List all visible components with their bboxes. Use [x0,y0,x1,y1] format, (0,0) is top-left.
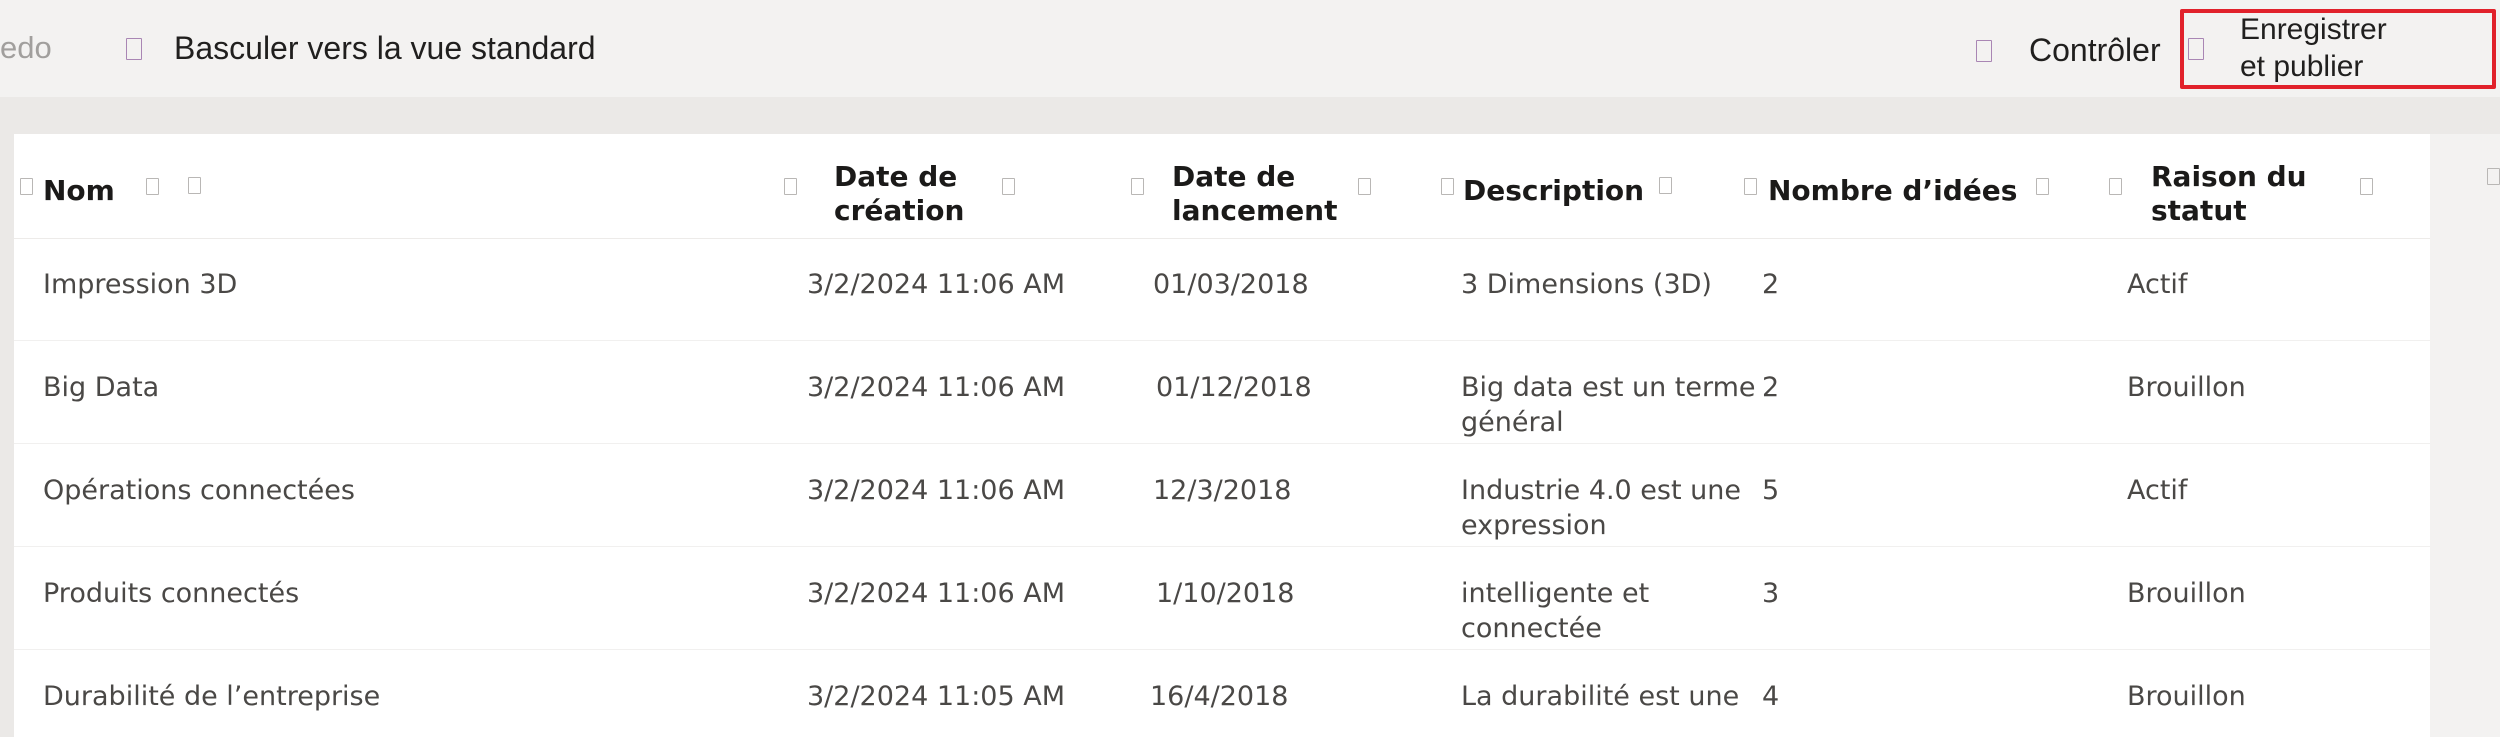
cell-description: La durabilité est une [1461,679,1739,714]
cell-description-line1: La durabilité est une [1461,681,1740,712]
cell-launch: 12/3/2018 [1153,475,1292,506]
switch-view-button[interactable]: Basculer vers la vue standard [126,30,596,67]
column-header-launch-line2: lancement [1172,194,1338,227]
column-header-ideas-label: Nombre d’idées [1768,174,2018,207]
cell-ideas: 3 [1762,578,1780,609]
column-type-icon [1131,178,1144,195]
cell-created: 3/2/2024 11:06 AM [807,475,1066,506]
grid-header: Nom Date de création Date de lancement D… [14,134,2430,239]
command-bar: edo Basculer vers la vue standard Contrô… [0,0,2500,97]
right-panel-gutter [2430,134,2500,737]
column-header-name[interactable]: Nom [43,174,115,208]
column-menu-icon[interactable] [1659,177,1672,194]
cell-status: Brouillon [2127,681,2246,712]
column-type-icon [1441,178,1454,195]
column-type-icon [1744,178,1757,195]
switch-view-icon [126,37,142,60]
select-all-icon[interactable] [20,178,33,195]
table-row[interactable]: Impression 3D 3/2/2024 11:06 AM 01/03/20… [14,238,2430,341]
cell-status: Brouillon [2127,372,2246,403]
data-grid: Nom Date de création Date de lancement D… [14,134,2430,737]
table-row[interactable]: Durabilité de l’entreprise 3/2/2024 11:0… [14,650,2430,737]
column-header-status[interactable]: Raison du statut [2151,160,2307,228]
cell-launch: 16/4/2018 [1150,681,1289,712]
column-menu-icon[interactable] [1002,178,1015,195]
cell-status: Actif [2127,269,2188,300]
cell-description-line2: connectée [1461,613,1602,644]
cell-description-line1: intelligente et [1461,578,1650,609]
cell-created: 3/2/2024 11:06 AM [807,269,1066,300]
column-header-description-label: Description [1463,174,1645,207]
cell-name[interactable]: Impression 3D [43,267,237,302]
cell-name[interactable]: Durabilité de l’entreprise [43,679,380,714]
column-header-created[interactable]: Date de création [834,160,964,228]
column-header-ideas[interactable]: Nombre d’idées [1768,174,2017,208]
cut-off-command[interactable]: edo [0,30,52,66]
cell-name[interactable]: Produits connectés [43,576,299,611]
save-publish-highlight-box [2180,9,2496,89]
cell-name[interactable]: Big Data [43,370,159,405]
cell-launch: 1/10/2018 [1156,578,1295,609]
column-header-created-line1: Date de [834,160,958,193]
column-header-status-line2: statut [2151,194,2247,227]
cell-ideas: 4 [1762,681,1780,712]
column-header-description[interactable]: Description [1463,174,1644,208]
cell-description: 3 Dimensions (3D) [1461,267,1712,302]
cell-description-line1: Industrie 4.0 est une [1461,475,1741,506]
switch-view-label: Basculer vers la vue standard [174,30,596,66]
cell-description: Industrie 4.0 est une expression [1461,473,1741,543]
column-type-icon [784,178,797,195]
cell-created: 3/2/2024 11:06 AM [807,372,1066,403]
panel-column-icon[interactable] [2487,168,2500,185]
column-header-launch[interactable]: Date de lancement [1172,160,1338,228]
cell-created: 3/2/2024 11:05 AM [807,681,1066,712]
column-header-status-line1: Raison du [2151,160,2307,193]
table-row[interactable]: Opérations connectées 3/2/2024 11:06 AM … [14,444,2430,547]
cell-name[interactable]: Opérations connectées [43,473,355,508]
column-header-created-line2: création [834,194,965,227]
check-button[interactable]: Contrôler [1976,32,2161,69]
sort-icon[interactable] [146,178,159,195]
column-header-name-label: Nom [43,174,115,207]
table-row[interactable]: Big Data 3/2/2024 11:06 AM 01/12/2018 Bi… [14,341,2430,444]
column-header-launch-line1: Date de [1172,160,1296,193]
cut-off-command-label: edo [0,30,52,65]
cell-description-line1: Big data est un terme [1461,372,1756,403]
check-icon [1976,39,1992,62]
cell-ideas: 2 [1762,269,1780,300]
column-menu-icon[interactable] [2360,178,2373,195]
cell-description-line2: expression [1461,510,1607,541]
column-menu-icon[interactable] [188,177,201,194]
table-row[interactable]: Produits connectés 3/2/2024 11:06 AM 1/1… [14,547,2430,650]
column-menu-icon[interactable] [2036,178,2049,195]
cell-status: Brouillon [2127,578,2246,609]
cell-launch: 01/03/2018 [1153,269,1309,300]
cell-ideas: 2 [1762,372,1780,403]
cell-description: intelligente et connectée [1461,576,1649,646]
cell-description-line1: 3 Dimensions (3D) [1461,269,1712,300]
cell-description-line2: général [1461,407,1564,438]
column-type-icon [2109,178,2122,195]
cell-description: Big data est un terme général [1461,370,1756,440]
cell-ideas: 5 [1762,475,1780,506]
column-menu-icon[interactable] [1358,178,1371,195]
cell-status: Actif [2127,475,2188,506]
cell-created: 3/2/2024 11:06 AM [807,578,1066,609]
cell-launch: 01/12/2018 [1156,372,1312,403]
check-label: Contrôler [2029,32,2161,68]
